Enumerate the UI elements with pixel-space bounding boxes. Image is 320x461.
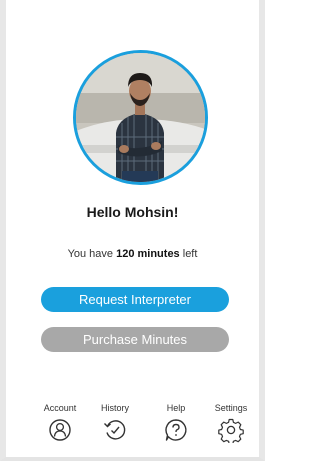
profile-photo xyxy=(76,53,205,182)
nav-label-help: Help xyxy=(166,403,186,413)
nav-label-history: History xyxy=(100,403,129,413)
request-interpreter-button[interactable]: Request Interpreter xyxy=(41,287,229,312)
nav-item-help[interactable]: Help xyxy=(146,402,206,443)
nav-item-settings[interactable]: Settings xyxy=(201,402,259,443)
greeting-text: Hello Mohsin! xyxy=(86,204,179,220)
minutes-remaining: You have 120 minutes left xyxy=(6,248,259,260)
minutes-value: 120 minutes xyxy=(116,248,180,260)
nav-item-history[interactable]: History xyxy=(85,402,145,443)
home-screen: Hello Mohsin! You have 120 minutes left … xyxy=(0,0,265,461)
avatar xyxy=(73,50,208,185)
minutes-prefix: You have xyxy=(67,248,117,260)
help-icon xyxy=(163,417,189,443)
nav-item-account[interactable]: Account xyxy=(30,402,90,443)
user-icon xyxy=(47,417,73,443)
minutes-suffix: left xyxy=(179,248,198,260)
nav-label-account: Account xyxy=(43,403,77,413)
purchase-minutes-button[interactable]: Purchase Minutes xyxy=(41,327,229,352)
gear-icon xyxy=(218,417,244,443)
bottom-nav: Account History Help Settings xyxy=(26,402,251,450)
nav-label-settings: Settings xyxy=(214,403,248,413)
history-icon xyxy=(102,417,128,443)
